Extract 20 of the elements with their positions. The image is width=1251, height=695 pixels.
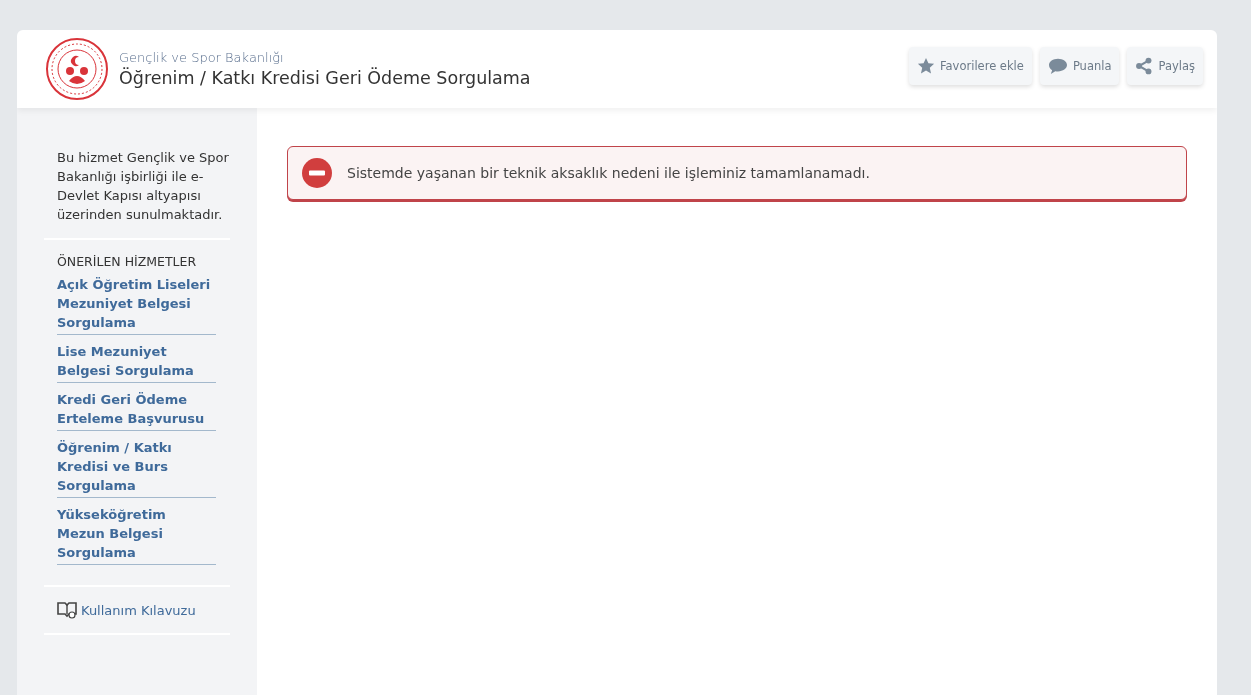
related-service-link[interactable]: Kredi Geri Ödeme Erteleme Başvurusu — [57, 390, 216, 431]
related-service-link[interactable]: Lise Mezuniyet Belgesi Sorgulama — [57, 342, 216, 383]
related-service-link[interactable]: Yükseköğretim Mezun Belgesi Sorgulama — [57, 505, 216, 565]
ministry-name: Gençlik ve Spor Bakanlığı — [119, 50, 285, 65]
service-info-text: Bu hizmet Gençlik ve Spor Bakanlığı işbirliği ile e-Devlet Kapısı altyapısı üzerinden sunulmaktadır. — [57, 149, 230, 224]
page-title: Öğrenim / Katkı Kredisi Geri Ödeme Sorgulama — [119, 68, 532, 88]
star-icon — [917, 57, 935, 75]
share-button[interactable]: Paylaş — [1127, 47, 1203, 85]
share-icon — [1135, 57, 1154, 75]
related-service-link[interactable]: Açık Öğretim Liseleri Mezuniyet Belgesi Sorgulama — [57, 275, 216, 335]
speech-bubble-icon — [1047, 57, 1068, 75]
add-favorite-button[interactable]: Favorilere ekle — [909, 47, 1032, 85]
related-service-link[interactable]: Öğrenim / Katkı Kredisi ve Burs Sorgulama — [57, 438, 216, 498]
user-guide-link[interactable]: Kullanım Kılavuzu — [57, 601, 196, 619]
ministry-logo — [45, 37, 109, 101]
alert-message: Sistemde yaşanan bir teknik aksaklık nedeni ile işleminiz tamamlanamadı. — [347, 165, 870, 181]
book-icon — [57, 601, 77, 619]
section-heading: ÖNERİLEN HİZMETLER — [57, 254, 198, 269]
no-entry-icon — [302, 158, 332, 188]
rate-button[interactable]: Puanla — [1039, 47, 1120, 85]
